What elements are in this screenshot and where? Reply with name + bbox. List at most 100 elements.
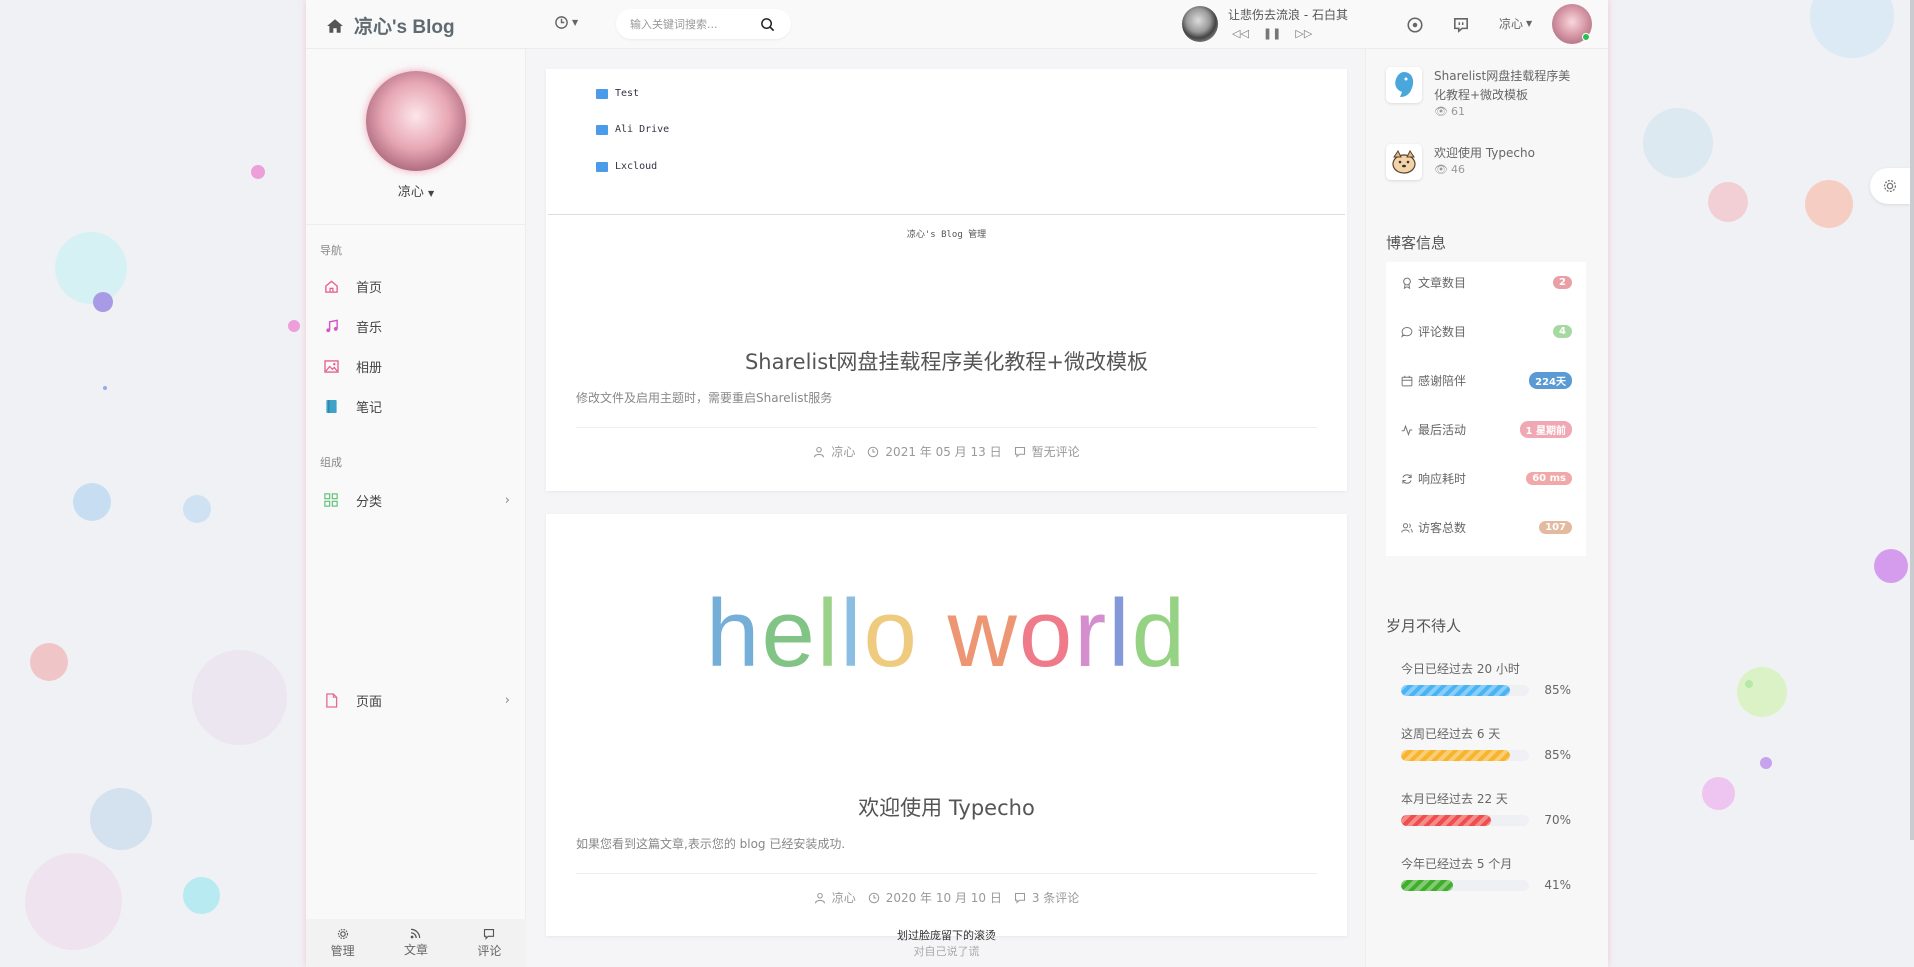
song-title: 让悲伤去流浪 - 石白其 xyxy=(1228,8,1348,22)
lyric-line: 对自己说了谎 xyxy=(913,945,980,958)
profile-name-button[interactable]: 凉心 ▼ xyxy=(306,181,526,200)
top-header: 凉心's Blog ▼ 让悲伤去流浪 - 石白其 ◁◁ ❚❚ ▷▷ 凉心 xyxy=(306,0,1608,49)
post-author: 凉心 xyxy=(831,445,856,459)
hot-post-item[interactable]: 欢迎使用 Typecho 👁 46 xyxy=(1386,144,1574,180)
decor-bubble xyxy=(1643,108,1713,178)
progress-percent: 85% xyxy=(1544,748,1571,762)
decor-bubble xyxy=(251,165,265,179)
brand[interactable]: 凉心's Blog xyxy=(326,12,455,39)
sidebar-item-label: 分类 xyxy=(356,494,383,510)
calendar-icon xyxy=(1401,375,1413,386)
home-outline-icon xyxy=(324,279,338,293)
profile-avatar[interactable] xyxy=(366,71,466,171)
footer-label: 评论 xyxy=(477,943,502,958)
user-menu-button[interactable]: 凉心 ▼ xyxy=(1499,15,1532,32)
info-label: 访客总数 xyxy=(1418,521,1467,535)
post-thumbnail: Test Ali Drive Lxcloud 凉心's Blog 管理 xyxy=(546,69,1347,240)
user-icon xyxy=(814,892,825,903)
progress-day: 今日已经过去 20 小时 85% xyxy=(1401,660,1571,697)
post-title[interactable]: 欢迎使用 Typecho xyxy=(546,792,1347,822)
search-icon[interactable] xyxy=(760,17,775,32)
target-icon[interactable] xyxy=(1406,16,1424,34)
decor-bubble xyxy=(55,232,127,304)
info-row-days: 感谢陪伴 224天 xyxy=(1400,372,1572,389)
decor-bubble xyxy=(73,483,111,521)
decor-bubble xyxy=(1708,182,1748,222)
footer-label: 管理 xyxy=(330,943,355,958)
image-icon xyxy=(323,359,339,373)
user-icon xyxy=(814,446,825,457)
sidebar-item-label: 页面 xyxy=(356,694,383,710)
eye-icon: 👁 xyxy=(1434,163,1448,176)
decor-bubble xyxy=(25,853,122,950)
sidebar-item-album[interactable]: 相册 xyxy=(320,351,510,381)
divider xyxy=(548,214,1345,215)
hot-post-title: 欢迎使用 Typecho xyxy=(1434,146,1535,160)
footer-posts-button[interactable]: 文章 xyxy=(379,919,452,967)
lyric-line: 划过脸庞留下的滚烫 xyxy=(897,929,996,942)
sidebar-item-pages[interactable]: 页面 › xyxy=(320,685,510,715)
info-label: 感谢陪伴 xyxy=(1418,374,1467,388)
previous-track-icon[interactable]: ◁◁ xyxy=(1232,27,1249,40)
music-icon xyxy=(325,319,338,332)
search-input[interactable] xyxy=(630,17,760,31)
progress-fill xyxy=(1401,749,1510,761)
post-thumbnail: hello world xyxy=(706,580,1187,687)
comment-icon xyxy=(1401,326,1413,338)
progress-year: 今年已经过去 5 个月 41% xyxy=(1401,855,1571,892)
pause-icon[interactable]: ❚❚ xyxy=(1263,27,1281,40)
home-icon xyxy=(327,18,343,33)
group-heading: 组成 xyxy=(320,456,342,469)
decor-bubble xyxy=(192,650,287,745)
decor-bubble xyxy=(1745,680,1753,688)
album-cover[interactable] xyxy=(1182,6,1218,42)
search-box xyxy=(616,9,791,39)
time-progress-title: 岁月不待人 xyxy=(1386,617,1462,635)
sidebar-item-category[interactable]: 分类 › xyxy=(320,485,510,515)
rss-icon xyxy=(411,928,421,939)
folder-item: Ali Drive xyxy=(596,124,669,135)
progress-percent: 70% xyxy=(1544,813,1571,827)
page-scrollbar[interactable] xyxy=(1910,0,1914,840)
blog-info-panel: 文章数目 2 评论数目 4 感谢陪伴 224天 最后活动 1 星期前 响应耗时 xyxy=(1386,262,1586,556)
post-author: 凉心 xyxy=(831,891,856,905)
chevron-down-icon: ▼ xyxy=(572,18,579,27)
next-track-icon[interactable]: ▷▷ xyxy=(1295,27,1312,40)
nav-heading: 导航 xyxy=(320,244,342,257)
sidebar-item-notes[interactable]: 笔记 xyxy=(320,391,510,421)
settings-toggle-button[interactable] xyxy=(1870,168,1910,204)
info-row-posts: 文章数目 2 xyxy=(1400,274,1572,291)
profile-name: 凉心 xyxy=(397,185,424,200)
info-label: 评论数目 xyxy=(1418,325,1467,339)
info-row-activity: 最后活动 1 星期前 xyxy=(1400,421,1572,438)
chat-icon[interactable] xyxy=(1452,16,1470,34)
progress-label: 本月已经过去 22 天 xyxy=(1401,792,1508,806)
footer-comments-button[interactable]: 评论 xyxy=(453,919,526,967)
post-meta: 凉心 2021 年 05 月 13 日 暂无评论 xyxy=(546,443,1347,460)
gear-icon xyxy=(337,928,348,939)
divider xyxy=(576,873,1317,874)
progress-label: 这周已经过去 6 天 xyxy=(1401,727,1501,741)
progress-percent: 85% xyxy=(1544,683,1571,697)
post-card[interactable]: hello world 欢迎使用 Typecho 如果您看到这篇文章,表示您的 … xyxy=(546,514,1347,936)
sidebar-item-label: 首页 xyxy=(356,280,383,296)
post-title[interactable]: Sharelist网盘挂载程序美化教程+微改模板 xyxy=(546,346,1347,376)
folder-label: Ali Drive xyxy=(615,124,670,135)
decor-bubble xyxy=(1737,667,1787,717)
hot-post-item[interactable]: Sharelist网盘挂载程序美化教程+微改模板 👁 61 xyxy=(1386,67,1574,118)
sidebar-item-music[interactable]: 音乐 xyxy=(320,311,510,341)
post-comments[interactable]: 3 条评论 xyxy=(1032,889,1079,906)
post-card[interactable]: Test Ali Drive Lxcloud 凉心's Blog 管理 Shar… xyxy=(546,69,1347,491)
post-excerpt: 修改文件及启用主题时，需要重启Sharelist服务 xyxy=(576,391,833,405)
footer-manage-button[interactable]: 管理 xyxy=(306,919,379,967)
decor-bubble xyxy=(93,292,113,312)
progress-fill xyxy=(1401,684,1510,696)
file-icon xyxy=(325,692,337,708)
view-count: 👁 61 xyxy=(1434,105,1574,118)
post-comments[interactable]: 暂无评论 xyxy=(1032,443,1080,460)
progress-label: 今日已经过去 20 小时 xyxy=(1401,662,1520,676)
sidebar-item-label: 笔记 xyxy=(356,400,383,416)
sidebar-item-home[interactable]: 首页 xyxy=(320,271,510,301)
progress-label: 今年已经过去 5 个月 xyxy=(1401,857,1513,871)
time-dropdown-button[interactable]: ▼ xyxy=(554,15,578,30)
